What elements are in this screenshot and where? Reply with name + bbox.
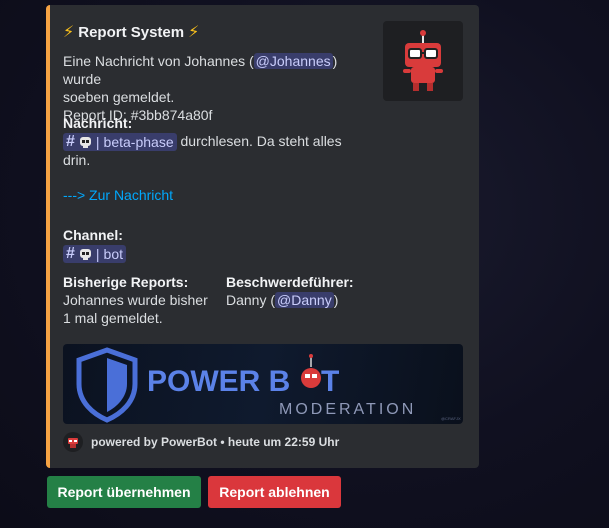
channel-mention-beta-phase[interactable]: # | beta-phase — [63, 133, 177, 151]
field-label: Channel: — [63, 227, 123, 243]
mention-danny[interactable]: @Danny — [275, 292, 334, 308]
field-value: 1 mal gemeldet. — [63, 310, 163, 326]
powerbot-moderation-logo: POWER B T MODERATION @CRAFJX — [76, 347, 461, 423]
robot-mascot-icon — [68, 438, 78, 448]
banner-subtitle: MODERATION — [279, 401, 416, 418]
channel-name: bot — [103, 246, 124, 262]
report-embed: ⚡ Report System ⚡ Eine Nachricht von Joh… — [46, 5, 479, 468]
field-channel: Channel: # | bot — [63, 226, 127, 263]
accept-report-button[interactable]: Report übernehmen — [47, 476, 201, 508]
embed-title: ⚡ Report System ⚡ — [63, 22, 199, 42]
channel-name: beta-phase — [103, 134, 174, 150]
field-value: ) — [333, 292, 339, 308]
powerbot-banner-image[interactable]: POWER B T MODERATION @CRAFJX — [63, 344, 463, 424]
field-value: Danny ( — [226, 292, 276, 308]
description-text: soeben gemeldet. — [63, 89, 175, 105]
banner-brand-part2: T — [321, 365, 339, 398]
banner-credit: @CRAFJX — [441, 416, 461, 421]
nachricht-text: durchlesen. Da steht alles — [176, 133, 342, 149]
field-label: Nachricht: — [63, 115, 133, 131]
skull-emoji-icon — [79, 248, 91, 260]
nachricht-text: drin. — [63, 152, 91, 168]
powerbot-thumbnail[interactable] — [383, 21, 463, 101]
embed-footer: powered by PowerBot • heute um 22:59 Uhr — [63, 432, 339, 452]
banner-brand-part1: POWER B — [147, 365, 290, 398]
hash-icon: # — [66, 133, 75, 150]
separator: | — [95, 134, 100, 150]
separator: | — [95, 246, 100, 262]
robot-mascot-icon — [403, 30, 443, 91]
channel-mention-bot[interactable]: # | bot — [63, 245, 127, 263]
link-zur-nachricht[interactable]: ---> Zur Nachricht — [63, 187, 373, 203]
field-label: Bisherige Reports: — [63, 274, 189, 290]
field-value: Johannes wurde bisher — [63, 292, 208, 308]
mention-johannes[interactable]: @Johannes — [253, 53, 333, 69]
field-bisherige-reports: Bisherige Reports: Johannes wurde bisher… — [63, 273, 223, 327]
footer-avatar — [63, 432, 83, 452]
field-nachricht: Nachricht: # | beta-phase durchlesen. Da… — [63, 114, 373, 203]
lightning-icon: ⚡ — [63, 24, 75, 41]
field-label: Beschwerdeführer: — [226, 274, 354, 290]
footer-text: powered by PowerBot • heute um 22:59 Uhr — [91, 435, 340, 449]
embed-accent-bar — [46, 5, 50, 468]
description-text: Eine Nachricht von Johannes ( — [63, 53, 254, 69]
field-beschwerdefuehrer: Beschwerdeführer: Danny (@Danny) — [226, 273, 396, 309]
hash-icon: # — [66, 245, 75, 262]
lightning-icon: ⚡ — [188, 24, 200, 41]
embed-title-text: Report System — [78, 23, 185, 41]
reject-report-button[interactable]: Report ablehnen — [208, 476, 341, 508]
skull-emoji-icon — [79, 136, 91, 148]
